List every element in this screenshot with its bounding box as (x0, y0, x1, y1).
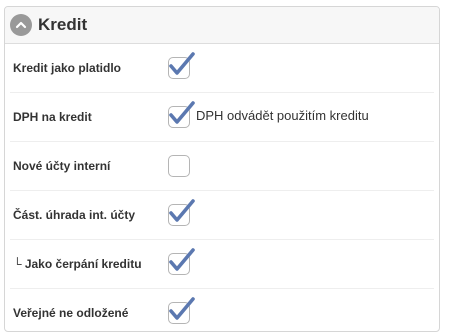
row-label: Veřejné ne odložené (13, 306, 129, 320)
panel-header: Kredit (5, 7, 439, 44)
check-mark-icon (169, 101, 195, 124)
row-verejne-ne-odlozene: Veřejné ne odložené (10, 289, 434, 331)
nove-ucty-interni-checkbox[interactable] (168, 155, 190, 177)
jako-cerpani-kreditu-checkbox[interactable] (168, 248, 195, 275)
row-label: DPH na kredit (13, 110, 92, 124)
row-jako-cerpani-kreditu: └ Jako čerpání kreditu (10, 240, 434, 289)
check-mark-icon (169, 199, 195, 222)
dph-na-kredit-checkbox[interactable] (168, 101, 195, 128)
check-mark-icon (169, 52, 195, 75)
kredit-jako-platidlo-checkbox[interactable] (168, 52, 195, 79)
row-dph-na-kredit: DPH na kredit DPH odvádět použitím kredi… (10, 93, 434, 142)
verejne-ne-odlozene-checkbox[interactable] (168, 297, 195, 324)
row-nove-ucty-interni: Nové účty interní (10, 142, 434, 191)
kredit-panel: Kredit Kredit jako platidlo DPH na kredi… (4, 6, 440, 332)
settings-list: Kredit jako platidlo DPH na kredit DPH o… (5, 44, 439, 331)
cast-uhrada-int-ucty-checkbox[interactable] (168, 199, 195, 226)
row-label: Část. úhrada int. účty (13, 208, 136, 222)
check-mark-icon (169, 248, 195, 271)
checkbox-text: DPH odvádět použitím kreditu (196, 107, 369, 123)
row-label: └ Jako čerpání kreditu (13, 257, 142, 271)
row-label: Kredit jako platidlo (13, 61, 122, 75)
row-kredit-jako-platidlo: Kredit jako platidlo (10, 44, 434, 93)
chevron-up-icon (15, 21, 27, 29)
collapse-button[interactable] (10, 14, 32, 36)
panel-title: Kredit (38, 15, 88, 34)
check-mark-icon (169, 297, 195, 320)
row-label: Nové účty interní (13, 159, 111, 173)
row-cast-uhrada-int-ucty: Část. úhrada int. účty (10, 191, 434, 240)
